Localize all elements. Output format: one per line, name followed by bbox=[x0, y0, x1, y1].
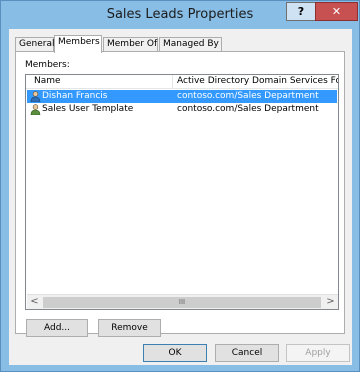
ok-button[interactable]: OK bbox=[143, 344, 207, 362]
member-folder: contoso.com/Sales Department bbox=[177, 91, 319, 101]
remove-button[interactable]: Remove bbox=[98, 319, 161, 337]
member-name: Sales User Template bbox=[42, 104, 134, 114]
column-header-name[interactable]: Name bbox=[34, 76, 164, 86]
list-row-sales-user-template[interactable]: Sales User Template contoso.com/Sales De… bbox=[27, 103, 337, 116]
title-bar[interactable]: Sales Leads Properties ? ✕ bbox=[1, 1, 359, 29]
members-label: Members: bbox=[25, 60, 70, 70]
properties-dialog: Sales Leads Properties ? ✕ General Membe… bbox=[0, 0, 360, 372]
column-header-folder[interactable]: Active Directory Domain Services Folder bbox=[177, 76, 338, 86]
list-header: Name Active Directory Domain Services Fo… bbox=[26, 75, 338, 89]
column-divider[interactable] bbox=[172, 75, 173, 89]
tab-managed-by[interactable]: Managed By bbox=[159, 37, 222, 52]
apply-button[interactable]: Apply bbox=[286, 344, 350, 362]
scroll-thumb[interactable]: III bbox=[43, 297, 321, 308]
tab-member-of[interactable]: Member Of bbox=[103, 37, 158, 52]
add-button[interactable]: Add... bbox=[26, 319, 88, 337]
members-list[interactable]: Name Active Directory Domain Services Fo… bbox=[25, 74, 339, 310]
scroll-left-button[interactable]: < bbox=[27, 295, 42, 309]
scroll-right-button[interactable]: > bbox=[323, 295, 338, 309]
cancel-button[interactable]: Cancel bbox=[215, 344, 279, 362]
list-row-dishan-francis[interactable]: Dishan Francis contoso.com/Sales Departm… bbox=[27, 90, 337, 103]
tab-members[interactable]: Members bbox=[54, 35, 102, 53]
dialog-client-area: General Members Member Of Managed By Mem… bbox=[9, 29, 352, 365]
member-folder: contoso.com/Sales Department bbox=[177, 104, 319, 114]
user-icon bbox=[30, 104, 41, 115]
members-tab-panel: Members: Name Active Directory Domain Se… bbox=[15, 51, 345, 337]
member-name: Dishan Francis bbox=[42, 91, 108, 101]
user-icon bbox=[30, 91, 41, 102]
horizontal-scrollbar[interactable]: < III > bbox=[27, 294, 338, 309]
close-button[interactable]: ✕ bbox=[315, 2, 358, 21]
help-button[interactable]: ? bbox=[286, 2, 316, 21]
tab-general[interactable]: General bbox=[15, 37, 54, 52]
